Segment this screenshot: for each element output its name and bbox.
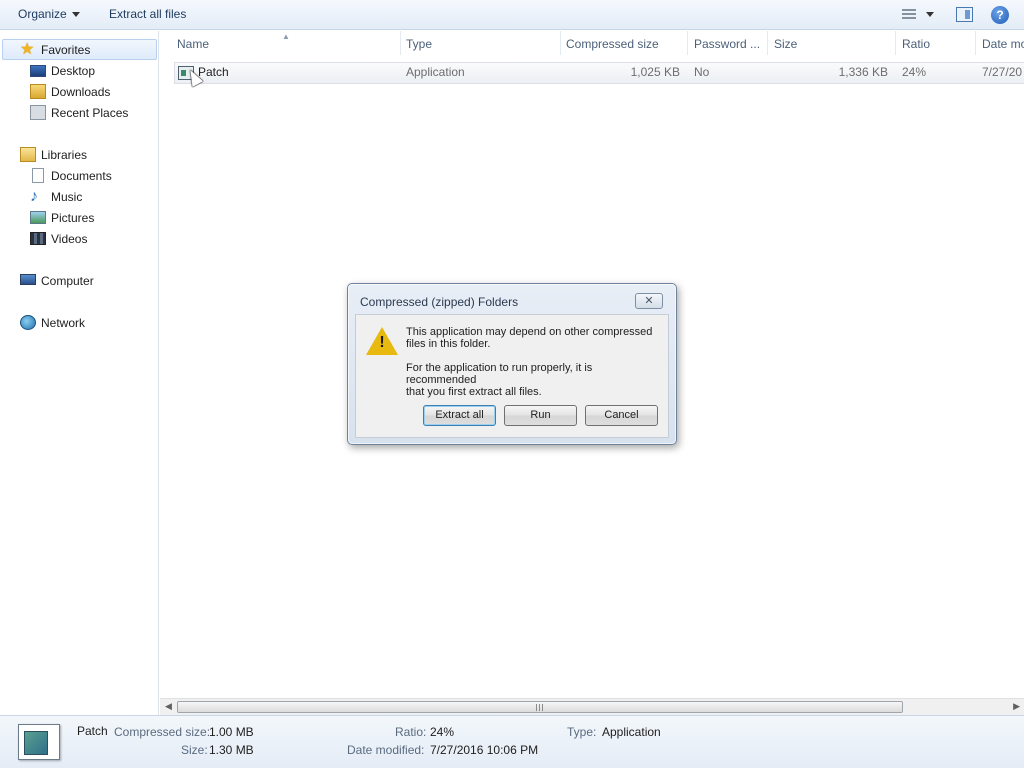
file-password: No (694, 65, 710, 79)
file-compressed-size: 1,025 KB (630, 65, 680, 79)
details-date-label: Date modified: (347, 743, 425, 757)
details-size-label: Size: (181, 743, 208, 757)
file-ratio: 24% (902, 65, 927, 79)
organize-button[interactable]: Organize (18, 7, 80, 21)
run-button[interactable]: Run (504, 405, 577, 426)
dialog-message-1-line-1: This application may depend on other com… (406, 326, 653, 338)
scroll-left-icon[interactable]: ◀ (165, 701, 172, 712)
pictures-icon (30, 211, 46, 224)
extract-all-button[interactable]: Extract all (423, 405, 496, 426)
organize-label: Organize (18, 7, 67, 21)
column-header-ratio[interactable]: Ratio (902, 37, 930, 51)
table-row[interactable] (174, 62, 1024, 84)
compressed-folders-dialog: Compressed (zipped) Folders ✕ ! This app… (347, 283, 677, 445)
sort-ascending-icon: ▲ (282, 32, 290, 41)
nav-item-label: Documents (51, 169, 112, 183)
dialog-title: Compressed (zipped) Folders (360, 295, 519, 309)
file-name[interactable]: Patch (198, 65, 229, 79)
libraries-icon (20, 147, 36, 162)
navigation-pane: ★ Favorites Desktop Downloads Recent Pla… (0, 31, 159, 715)
desktop-icon (30, 65, 46, 77)
dialog-message-2: For the application to run properly, it … (406, 362, 661, 398)
column-divider[interactable] (975, 31, 976, 55)
file-date: 7/27/20 (982, 65, 1023, 79)
details-ratio-value: 24% (430, 725, 455, 739)
help-icon[interactable]: ? (991, 6, 1009, 24)
music-icon: ♪ (30, 188, 38, 205)
file-type: Application (406, 65, 465, 79)
column-header-compressed-size[interactable]: Compressed size (566, 37, 659, 51)
change-view-button[interactable] (900, 8, 940, 22)
close-icon[interactable]: ✕ (635, 293, 663, 309)
views-icon (902, 9, 916, 21)
details-size-value: 1.30 MB (209, 743, 254, 757)
nav-item-label: Network (41, 316, 86, 330)
nav-item-label: Favorites (41, 43, 91, 57)
column-header-size[interactable]: Size (774, 37, 797, 51)
column-header-type[interactable]: Type (406, 37, 432, 51)
network-icon (20, 315, 36, 330)
extract-all-files-button[interactable]: Extract all files (109, 7, 186, 21)
details-type-value: Application (602, 725, 661, 739)
column-header-date-modified[interactable]: Date mo (982, 37, 1024, 51)
cancel-button[interactable]: Cancel (585, 405, 658, 426)
nav-item-label: Desktop (51, 64, 96, 78)
column-header-name[interactable]: Name (177, 37, 209, 51)
nav-item-label: Music (51, 190, 83, 204)
grip-icon (536, 704, 543, 711)
column-divider[interactable] (400, 31, 401, 55)
column-divider[interactable] (687, 31, 688, 55)
dialog-body: ! This application may depend on other c… (355, 314, 669, 438)
dialog-message-2-line-2: that you first extract all files. (406, 386, 542, 398)
star-icon: ★ (20, 41, 35, 58)
nav-item-label: Computer (41, 274, 94, 288)
column-divider[interactable] (895, 31, 896, 55)
videos-icon (30, 232, 46, 245)
dialog-message-1: This application may depend on other com… (406, 326, 661, 350)
scroll-right-icon[interactable]: ▶ (1013, 701, 1020, 712)
command-bar: Organize Extract all files ? (0, 0, 1024, 30)
nav-item-label: Recent Places (51, 106, 129, 120)
warning-exclamation-icon: ! (379, 334, 385, 351)
file-thumbnail-icon (18, 724, 60, 760)
horizontal-scrollbar[interactable]: ◀ ▶ (160, 698, 1024, 715)
nav-item-label: Libraries (41, 148, 88, 162)
scrollbar-thumb[interactable] (177, 701, 903, 713)
details-compressed-label: Compressed size: (114, 725, 211, 739)
dialog-message-1-line-2: files in this folder. (406, 338, 491, 350)
chevron-down-icon (926, 12, 934, 17)
column-divider[interactable] (560, 31, 561, 55)
details-date-value: 7/27/2016 10:06 PM (430, 743, 539, 757)
details-ratio-label: Ratio: (395, 725, 427, 739)
details-file-name: Patch (77, 724, 108, 738)
downloads-folder-icon (30, 84, 46, 99)
preview-pane-icon[interactable] (956, 7, 973, 22)
details-pane: Patch Compressed size: 1.00 MB Size: 1.3… (0, 715, 1024, 768)
nav-item-label: Videos (51, 232, 88, 246)
column-header-password[interactable]: Password ... (694, 37, 760, 51)
column-divider[interactable] (767, 31, 768, 55)
recent-places-icon (30, 105, 46, 120)
nav-item-label: Downloads (51, 85, 111, 99)
dialog-message-2-line-1: For the application to run properly, it … (406, 362, 593, 386)
computer-icon (20, 274, 36, 285)
nav-item-label: Pictures (51, 211, 95, 225)
documents-icon (32, 168, 44, 183)
chevron-down-icon (71, 12, 80, 18)
details-type-label: Type: (567, 725, 597, 739)
details-compressed-value: 1.00 MB (209, 725, 254, 739)
file-size: 1,336 KB (838, 65, 888, 79)
